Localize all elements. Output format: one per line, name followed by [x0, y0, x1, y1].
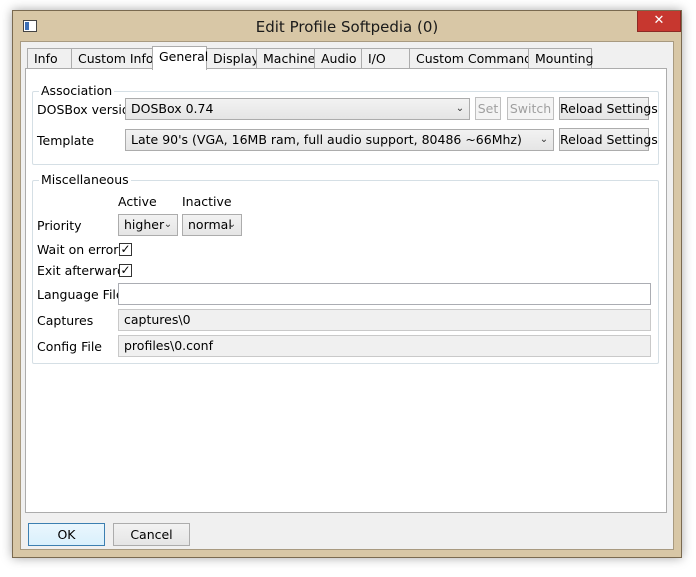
- priority-active-value: higher: [124, 217, 165, 232]
- wait-on-error-label: Wait on error: [37, 242, 119, 257]
- switch-button[interactable]: Switch: [507, 97, 554, 120]
- captures-label: Captures: [37, 313, 94, 328]
- inactive-column-label: Inactive: [182, 194, 232, 209]
- chevron-down-icon: ⌄: [227, 219, 237, 230]
- general-tab-panel: Association DOSBox version DOSBox 0.74 ⌄…: [25, 68, 667, 513]
- tab-custom-commands[interactable]: Custom Commands: [409, 48, 539, 69]
- exit-afterwards-label: Exit afterwards: [37, 263, 132, 278]
- tab-custom-info[interactable]: Custom Info: [71, 48, 154, 69]
- chevron-down-icon: ⌄: [539, 134, 549, 145]
- cancel-button[interactable]: Cancel: [113, 523, 190, 546]
- language-file-input[interactable]: [118, 283, 651, 305]
- config-file-field[interactable]: profiles\0.conf: [118, 335, 651, 357]
- dosbox-version-value: DOSBox 0.74: [131, 101, 214, 116]
- active-column-label: Active: [118, 194, 157, 209]
- language-file-label: Language File: [37, 287, 124, 302]
- tab-display[interactable]: Display: [206, 48, 259, 69]
- template-value: Late 90's (VGA, 16MB ram, full audio sup…: [131, 132, 522, 147]
- association-group: Association DOSBox version DOSBox 0.74 ⌄…: [32, 83, 659, 165]
- tab-info[interactable]: Info: [27, 48, 72, 69]
- config-file-label: Config File: [37, 339, 102, 354]
- ok-button[interactable]: OK: [28, 523, 105, 546]
- chevron-down-icon: ⌄: [455, 103, 465, 114]
- tab-machine[interactable]: Machine: [256, 48, 315, 69]
- exit-afterwards-checkbox[interactable]: ✓: [119, 264, 132, 277]
- captures-field[interactable]: captures\0: [118, 309, 651, 331]
- reload-settings-button[interactable]: Reload Settings: [559, 97, 658, 120]
- priority-label: Priority: [37, 218, 82, 233]
- template-dropdown[interactable]: Late 90's (VGA, 16MB ram, full audio sup…: [125, 129, 554, 151]
- dialog-client-area: Info Custom Info General Display Machine…: [20, 41, 674, 550]
- miscellaneous-group: Miscellaneous Active Inactive Priority h…: [32, 172, 659, 364]
- priority-inactive-dropdown[interactable]: normal ⌄: [182, 214, 242, 236]
- reload-settings-template-button[interactable]: Reload Settings: [559, 128, 658, 151]
- close-button[interactable]: ✕: [637, 11, 681, 32]
- priority-active-dropdown[interactable]: higher ⌄: [118, 214, 178, 236]
- wait-on-error-checkbox[interactable]: ✓: [119, 243, 132, 256]
- association-group-title: Association: [39, 83, 115, 98]
- tab-audio[interactable]: Audio: [314, 48, 362, 69]
- edit-profile-window: Edit Profile Softpedia (0) ✕ Info Custom…: [12, 10, 682, 558]
- title-bar[interactable]: Edit Profile Softpedia (0) ✕: [13, 11, 681, 41]
- dosbox-version-label: DOSBox version: [37, 102, 138, 117]
- tab-io[interactable]: I/O: [361, 48, 410, 69]
- tab-mounting[interactable]: Mounting: [528, 48, 594, 69]
- window-title: Edit Profile Softpedia (0): [255, 18, 439, 36]
- tab-general[interactable]: General: [152, 46, 208, 70]
- template-label: Template: [37, 133, 95, 148]
- dosbox-version-dropdown[interactable]: DOSBox 0.74 ⌄: [125, 98, 470, 120]
- chevron-down-icon: ⌄: [163, 219, 173, 230]
- set-button[interactable]: Set: [475, 97, 501, 120]
- miscellaneous-group-title: Miscellaneous: [39, 172, 131, 187]
